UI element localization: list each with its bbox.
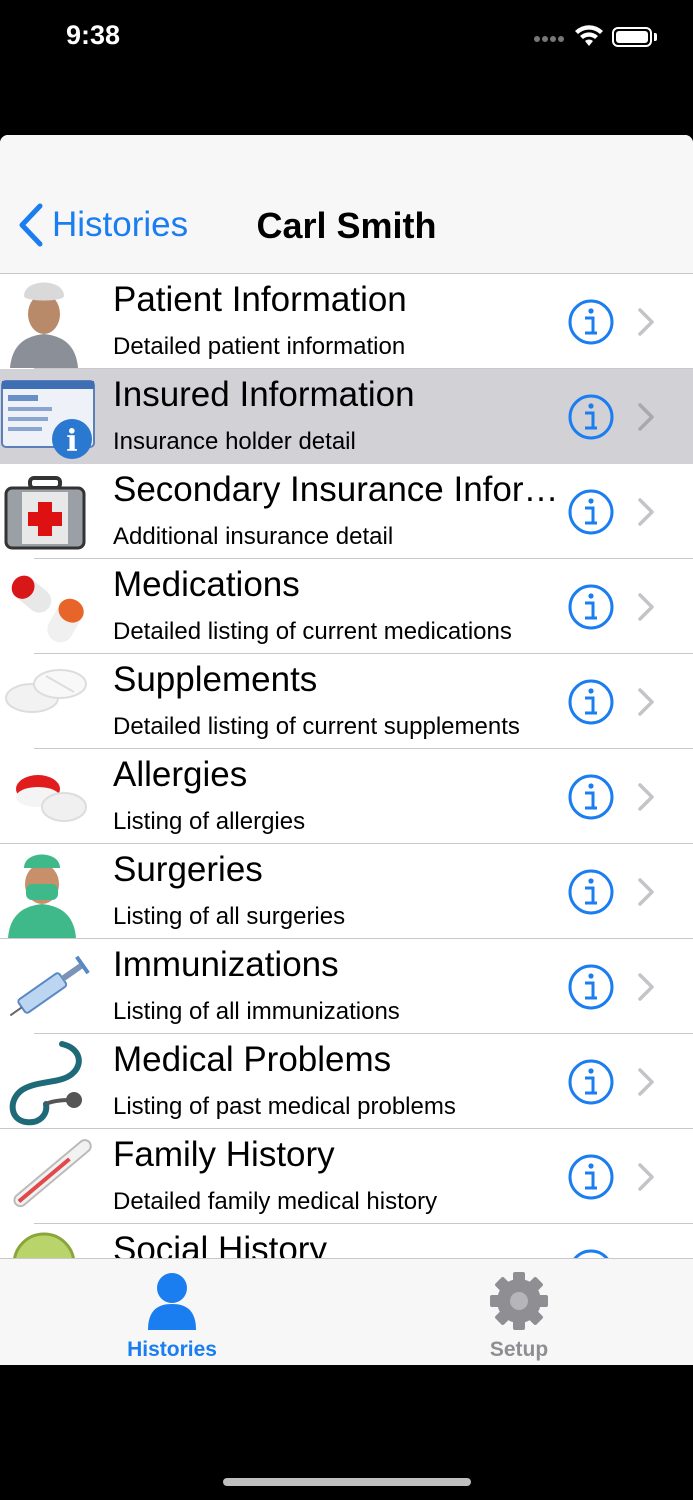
chevron-right-icon: [638, 688, 654, 716]
chevron-right-icon: [638, 1163, 654, 1191]
list-item[interactable]: Patient Information Detailed patient inf…: [0, 274, 693, 369]
chevron-right-icon: [638, 403, 654, 431]
tablets-icon: [5, 669, 87, 713]
svg-text:i: i: [66, 424, 77, 459]
chevron-right-icon: [638, 593, 654, 621]
person-icon: [148, 1273, 196, 1330]
row-subtitle: Listing of allergies: [113, 808, 306, 835]
row-title: Social History: [113, 1230, 327, 1258]
info-icon[interactable]: [568, 1059, 614, 1105]
list-item[interactable]: Supplements Detailed listing of current …: [0, 654, 693, 749]
history-list[interactable]: Patient Information Detailed patient inf…: [0, 274, 693, 1258]
thermometer-icon: [13, 1139, 92, 1208]
page-title: Carl Smith: [256, 205, 437, 246]
pills-icon: [16, 775, 87, 822]
row-subtitle: Listing of past medical problems: [113, 1093, 456, 1120]
list-item[interactable]: Surgeries Listing of all surgeries: [0, 844, 693, 939]
signal-icon: [534, 36, 564, 42]
list-item-selected[interactable]: i Insured Information Insurance holder d…: [0, 369, 693, 464]
row-title: Immunizations: [113, 945, 339, 984]
info-icon[interactable]: [568, 394, 614, 440]
tab-histories[interactable]: Histories: [72, 1259, 272, 1365]
gear-icon: [490, 1272, 548, 1330]
tab-label: Histories: [127, 1338, 217, 1361]
home-indicator[interactable]: [223, 1478, 471, 1486]
social-icon: [13, 1232, 75, 1258]
capsules-icon: [11, 575, 84, 643]
navigation-bar: Histories Carl Smith: [0, 135, 693, 274]
patient-icon: [10, 282, 78, 368]
chevron-right-icon: [638, 783, 654, 811]
info-icon[interactable]: [568, 489, 614, 535]
row-title: Insured Information: [113, 375, 415, 414]
list-item[interactable]: Secondary Insurance Information Addition…: [0, 464, 693, 559]
info-icon[interactable]: [568, 679, 614, 725]
list-item[interactable]: Medications Detailed listing of current …: [0, 559, 693, 654]
row-subtitle: Detailed family medical history: [113, 1188, 438, 1215]
syringe-icon: [9, 955, 90, 1017]
status-bar: 9:38: [0, 0, 693, 135]
info-icon[interactable]: [568, 964, 614, 1010]
tab-bar: Histories Setup: [0, 1258, 693, 1365]
row-subtitle: Detailed patient information: [113, 333, 406, 360]
list-item[interactable]: Family History Detailed family medical h…: [0, 1129, 693, 1224]
list-item[interactable]: Immunizations Listing of all immunizatio…: [0, 939, 693, 1034]
chevron-right-icon: [638, 498, 654, 526]
list-item[interactable]: Medical Problems Listing of past medical…: [0, 1034, 693, 1129]
status-time: 9:38: [66, 20, 121, 50]
chevron-right-icon: [638, 308, 654, 336]
info-icon[interactable]: [568, 1249, 614, 1258]
info-icon[interactable]: [568, 1154, 614, 1200]
info-icon[interactable]: [568, 584, 614, 630]
info-icon[interactable]: [568, 869, 614, 915]
wifi-icon: [575, 25, 603, 46]
stethoscope-icon: [9, 1041, 82, 1126]
row-title: Family History: [113, 1135, 335, 1174]
chevron-right-icon: [638, 973, 654, 1001]
row-subtitle: Listing of all surgeries: [113, 903, 346, 930]
row-title: Allergies: [113, 755, 248, 794]
first-aid-kit-icon: [4, 476, 86, 550]
tab-setup[interactable]: Setup: [419, 1259, 619, 1365]
app-screen: Histories Carl Smith Patient Information…: [0, 135, 693, 1365]
chevron-right-icon: [638, 1068, 654, 1096]
row-title: Medical Problems: [113, 1040, 392, 1079]
battery-icon: [612, 27, 652, 47]
row-subtitle: Insurance holder detail: [113, 428, 356, 455]
info-icon[interactable]: [568, 299, 614, 345]
row-title: Surgeries: [113, 850, 263, 889]
row-title: Medications: [113, 565, 300, 604]
row-subtitle: Listing of all immunizations: [113, 998, 400, 1025]
list-item[interactable]: Allergies Listing of allergies: [0, 749, 693, 844]
tab-label: Setup: [489, 1338, 549, 1361]
row-title: Supplements: [113, 660, 318, 699]
info-icon[interactable]: [568, 774, 614, 820]
insurance-card-icon: i: [1, 380, 95, 459]
chevron-right-icon: [638, 878, 654, 906]
row-title: Secondary Insurance Information: [113, 470, 568, 509]
surgeon-icon: [8, 854, 76, 938]
row-subtitle: Additional insurance detail: [113, 523, 394, 550]
row-title: Patient Information: [113, 280, 407, 319]
row-subtitle: Detailed listing of current medications: [113, 618, 512, 645]
list-item[interactable]: Social History: [0, 1224, 693, 1258]
row-subtitle: Detailed listing of current supplements: [113, 713, 520, 740]
